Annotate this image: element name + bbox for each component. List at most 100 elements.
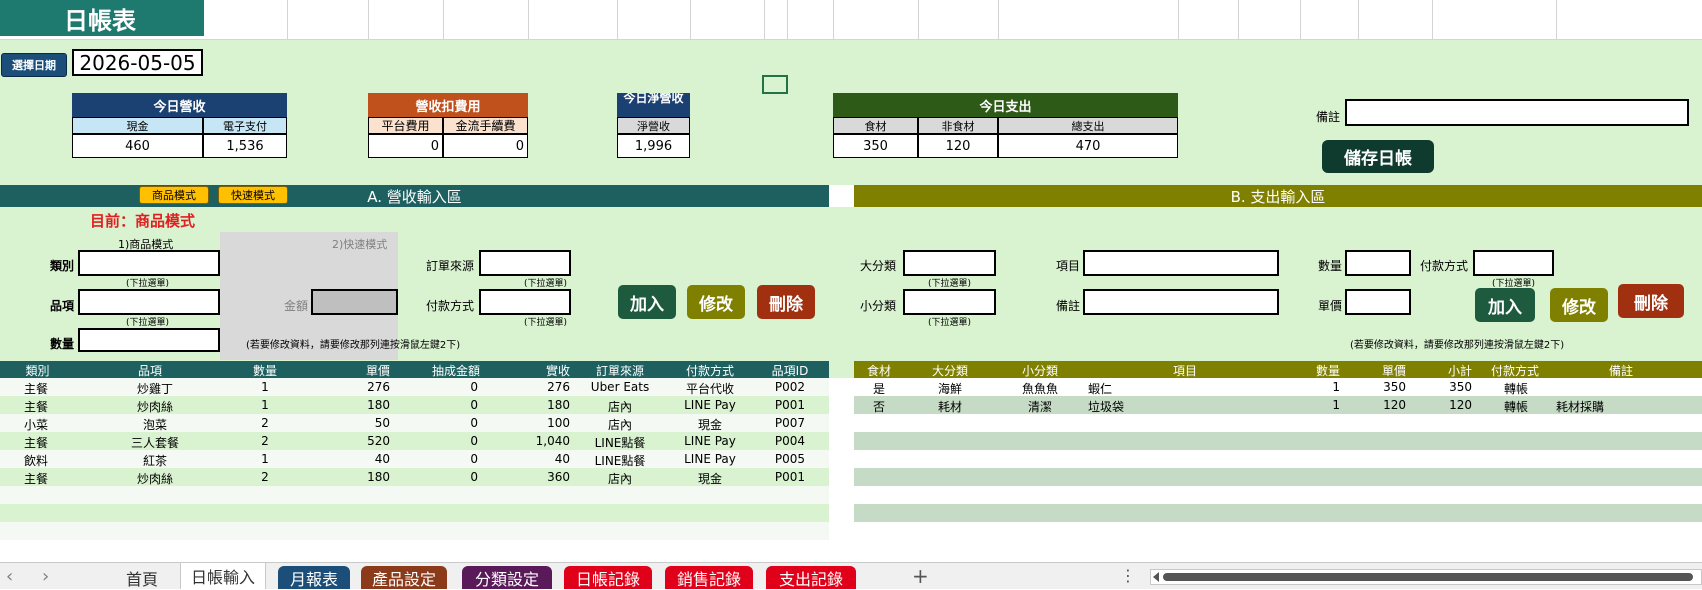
table-cell: 海鮮 xyxy=(937,382,962,396)
col-item-id: 品項ID xyxy=(771,364,809,378)
table-row[interactable]: 小菜 泡菜 2 50 0 100 店內 現金 P007 xyxy=(0,414,829,432)
note-label: 備註 xyxy=(1316,110,1341,124)
tab-sales-records[interactable]: 銷售記錄 xyxy=(665,566,753,589)
table-cell: 轉帳 xyxy=(1503,382,1528,396)
qty-input[interactable] xyxy=(78,328,220,352)
tab-category-settings[interactable]: 分類設定 xyxy=(462,566,552,589)
table-row[interactable] xyxy=(854,468,1702,486)
table-cell: 店內 xyxy=(607,400,632,414)
add-sheet-icon[interactable]: + xyxy=(912,564,929,588)
table-row[interactable]: 是 海鮮 魚魚魚 蝦仁 1 350 350 轉帳 xyxy=(854,378,1702,396)
item-select[interactable] xyxy=(78,289,220,315)
expense-total-label: 總支出 xyxy=(998,117,1178,134)
table-row[interactable]: 主餐 炒雞丁 1 276 0 276 Uber Eats 平台代收 P002 xyxy=(0,378,829,396)
table-cell: 350 xyxy=(1449,380,1472,394)
minor-label: 小分類 xyxy=(860,299,897,313)
item-b-label: 項目 xyxy=(1056,259,1081,273)
table-row[interactable]: 飲料 紅茶 1 40 0 40 LINE點餐 LINE Pay P005 xyxy=(0,450,829,468)
table-row[interactable]: 主餐 炒肉絲 2 180 0 360 店內 現金 P001 xyxy=(0,468,829,486)
table-row[interactable] xyxy=(854,504,1702,522)
table-cell: 炒肉絲 xyxy=(136,472,173,486)
item-b-input[interactable] xyxy=(1083,250,1279,276)
tab-expense-records[interactable]: 支出記錄 xyxy=(766,566,856,589)
col-major: 大分類 xyxy=(931,364,968,378)
col-item: 品項 xyxy=(137,364,162,378)
col-commission: 抽成金額 xyxy=(431,364,480,378)
table-cell: 276 xyxy=(367,380,390,394)
table-row[interactable]: 主餐 三人套餐 2 520 0 1,040 LINE點餐 LINE Pay P004 xyxy=(0,432,829,450)
table-cell: 360 xyxy=(547,470,570,484)
table-row[interactable] xyxy=(0,522,829,540)
horizontal-scrollbar[interactable] xyxy=(1150,569,1702,585)
quick-mode-button[interactable]: 快速模式 xyxy=(218,186,288,204)
revenue-title: 今日營收 xyxy=(72,93,287,117)
order-source-select[interactable] xyxy=(479,250,571,276)
delete-revenue-button[interactable]: 刪除 xyxy=(757,285,815,319)
table-cell: 100 xyxy=(547,416,570,430)
amount-label: 金額 xyxy=(284,299,309,313)
table-cell: 0 xyxy=(470,452,478,466)
table-row[interactable]: 主餐 炒肉絲 1 180 0 180 店內 LINE Pay P001 xyxy=(0,396,829,414)
table-row[interactable]: 否 耗材 清潔 垃圾袋 1 120 120 轉帳 耗材採購 xyxy=(854,396,1702,414)
price-b-input[interactable] xyxy=(1345,289,1411,315)
scroll-left-icon[interactable] xyxy=(1153,572,1159,582)
edit-expense-button[interactable]: 修改 xyxy=(1550,288,1608,322)
tab-daily-records[interactable]: 日帳記錄 xyxy=(564,566,652,589)
category-select[interactable] xyxy=(78,250,220,276)
table-row[interactable] xyxy=(0,486,829,504)
net-label: 淨營收 xyxy=(617,117,690,134)
table-cell: 120 xyxy=(1383,398,1406,412)
table-row[interactable] xyxy=(854,432,1702,450)
table-row[interactable] xyxy=(0,504,829,522)
product-mode-button[interactable]: 商品模式 xyxy=(139,186,209,204)
more-icon[interactable]: ⋮ xyxy=(1120,566,1136,585)
save-daily-button[interactable]: 儲存日帳 xyxy=(1322,140,1434,173)
table-cell: P005 xyxy=(774,452,806,466)
table-row[interactable] xyxy=(854,522,1702,540)
tab-home[interactable]: 首頁 xyxy=(106,566,178,589)
table-cell: 炒雞丁 xyxy=(136,382,173,396)
edit-hint-b: (若要修改資料，請要修改那列連按滑鼠左鍵2下) xyxy=(1350,340,1565,351)
qty-b-input[interactable] xyxy=(1345,250,1411,276)
table-cell: 清潔 xyxy=(1027,400,1052,414)
table-cell: 轉帳 xyxy=(1503,400,1528,414)
table-cell: 50 xyxy=(374,416,390,430)
table-row[interactable] xyxy=(854,414,1702,432)
table-cell: LINE點餐 xyxy=(594,436,646,450)
table-cell: 魚魚魚 xyxy=(1021,382,1058,396)
table-row[interactable] xyxy=(854,486,1702,504)
table-cell: LINE Pay xyxy=(684,398,736,412)
col-b-subtotal: 小計 xyxy=(1447,364,1472,378)
table-cell: 三人套餐 xyxy=(130,436,179,450)
mode2-label: 2)快速模式 xyxy=(332,238,388,251)
nav-next-icon[interactable]: › xyxy=(42,566,49,587)
amount-input[interactable] xyxy=(311,289,398,315)
minor-select[interactable] xyxy=(903,289,996,315)
tab-daily-input[interactable]: 日帳輸入 xyxy=(180,562,266,589)
table-cell: 是 xyxy=(872,382,885,396)
major-select[interactable] xyxy=(903,250,996,276)
tab-monthly-report[interactable]: 月報表 xyxy=(278,566,350,589)
section-b-title: B. 支出輸入區 xyxy=(1230,187,1326,206)
platform-fee-value: 0 xyxy=(368,134,443,158)
date-field[interactable]: 2026-05-05 xyxy=(72,49,203,76)
pay-b-select[interactable] xyxy=(1473,250,1554,276)
select-date-button[interactable]: 選擇日期 xyxy=(1,53,67,77)
revenue-cash-label: 現金 xyxy=(72,117,203,134)
scrollbar-thumb[interactable] xyxy=(1163,573,1693,581)
add-revenue-button[interactable]: 加入 xyxy=(618,285,676,319)
note-b-input[interactable] xyxy=(1083,289,1279,315)
table-cell: 主餐 xyxy=(24,382,49,396)
nav-prev-icon[interactable]: ‹ xyxy=(6,566,13,587)
page-title: 日帳表 xyxy=(0,0,204,36)
table-cell: 主餐 xyxy=(24,436,49,450)
edit-revenue-button[interactable]: 修改 xyxy=(687,285,745,319)
table-row[interactable] xyxy=(854,450,1702,468)
add-expense-button[interactable]: 加入 xyxy=(1475,288,1535,322)
tab-product-settings[interactable]: 產品設定 xyxy=(361,566,447,589)
note-input[interactable] xyxy=(1345,99,1689,126)
table-cell: 0 xyxy=(470,416,478,430)
selected-cell[interactable] xyxy=(762,75,788,94)
pay-method-select[interactable] xyxy=(479,289,571,315)
delete-expense-button[interactable]: 刪除 xyxy=(1618,284,1684,318)
